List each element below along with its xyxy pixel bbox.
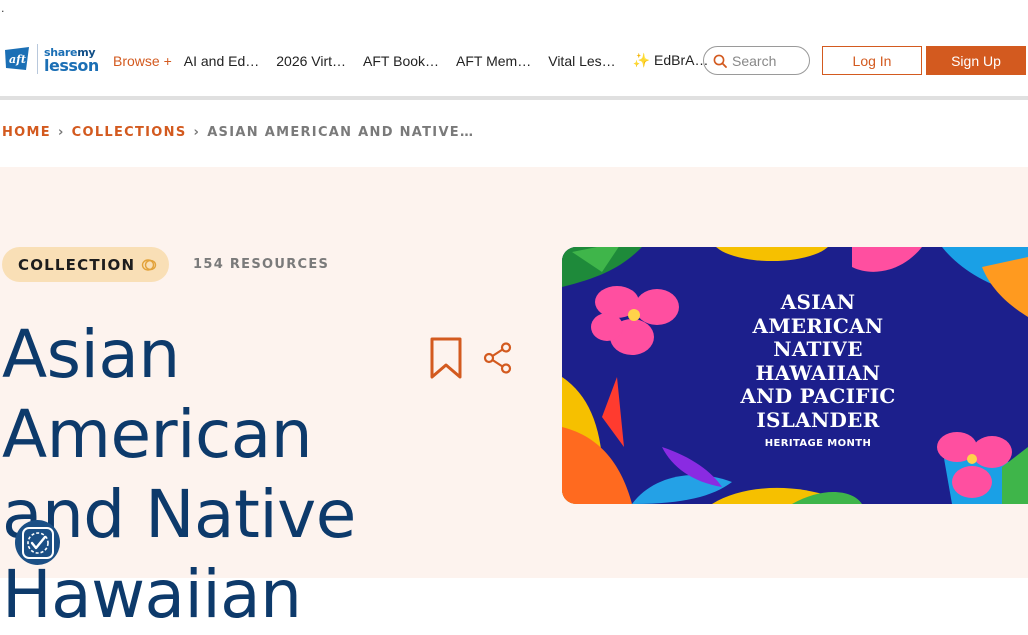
page-title: Asian American and Native Hawaiian [2, 316, 356, 633]
breadcrumb-separator: › [57, 125, 65, 140]
main-nav: Browse + AI and Ed… 2026 Virt… AFT Book…… [113, 52, 725, 69]
collection-banner-image: ASIAN AMERICAN NATIVE HAWAIIAN AND PACIF… [562, 247, 1028, 504]
login-button[interactable]: Log In [822, 46, 922, 75]
signup-button[interactable]: Sign Up [926, 46, 1026, 75]
share-icon[interactable] [483, 342, 513, 374]
header-divider [0, 96, 1028, 100]
nav-item-2026-virtual[interactable]: 2026 Virt… [276, 53, 346, 69]
nav-browse[interactable]: Browse + [113, 53, 172, 69]
banner-heading: ASIAN AMERICAN NATIVE HAWAIIAN AND PACIF… [722, 290, 914, 449]
resource-count: 154 RESOURCES [193, 257, 330, 272]
accessibility-button[interactable] [15, 520, 60, 565]
logo-wordmark: sharemy lesson [44, 46, 99, 75]
breadcrumb-separator: › [193, 125, 201, 140]
nav-item-aft-member[interactable]: AFT Mem… [456, 53, 531, 69]
banner-sub-text: HERITAGE MONTH [764, 438, 872, 449]
breadcrumb-home[interactable]: HOME [2, 125, 51, 140]
logo-divider [37, 44, 38, 74]
breadcrumb-current: ASIAN AMERICAN AND NATIVE… [207, 125, 475, 140]
aft-logo-icon: aft [5, 47, 29, 70]
collection-badge: COLLECTION [2, 247, 169, 282]
nav-item-vital-lessons[interactable]: Vital Les… [548, 53, 615, 69]
nav-item-edbrainstorm[interactable]: ✨ EdBrA… [633, 52, 709, 69]
collection-badge-label: COLLECTION [18, 255, 136, 274]
svg-text:aft: aft [9, 53, 26, 66]
nav-item-ai-and-ed[interactable]: AI and Ed… [184, 53, 260, 69]
nav-item-aft-book[interactable]: AFT Book… [363, 53, 439, 69]
search-placeholder: Search [732, 52, 777, 69]
search-icon [713, 54, 727, 68]
search-input[interactable]: Search [703, 46, 810, 75]
site-header: aft sharemy lesson Browse + AI and Ed… 2… [0, 38, 1028, 84]
page-marker: . [1, 2, 5, 15]
bookmark-icon[interactable] [430, 337, 462, 379]
sharemylesson-logo[interactable]: aft sharemy lesson [2, 44, 99, 74]
accessibility-icon [21, 526, 54, 559]
banner-main-text: ASIAN AMERICAN NATIVE HAWAIIAN AND PACIF… [740, 290, 896, 432]
collection-hero: COLLECTION 154 RESOURCES Asian American … [0, 167, 1028, 633]
breadcrumb-collections[interactable]: COLLECTIONS [72, 125, 187, 140]
breadcrumb: HOME › COLLECTIONS › ASIAN AMERICAN AND … [2, 125, 474, 140]
collection-rings-icon [142, 258, 157, 271]
